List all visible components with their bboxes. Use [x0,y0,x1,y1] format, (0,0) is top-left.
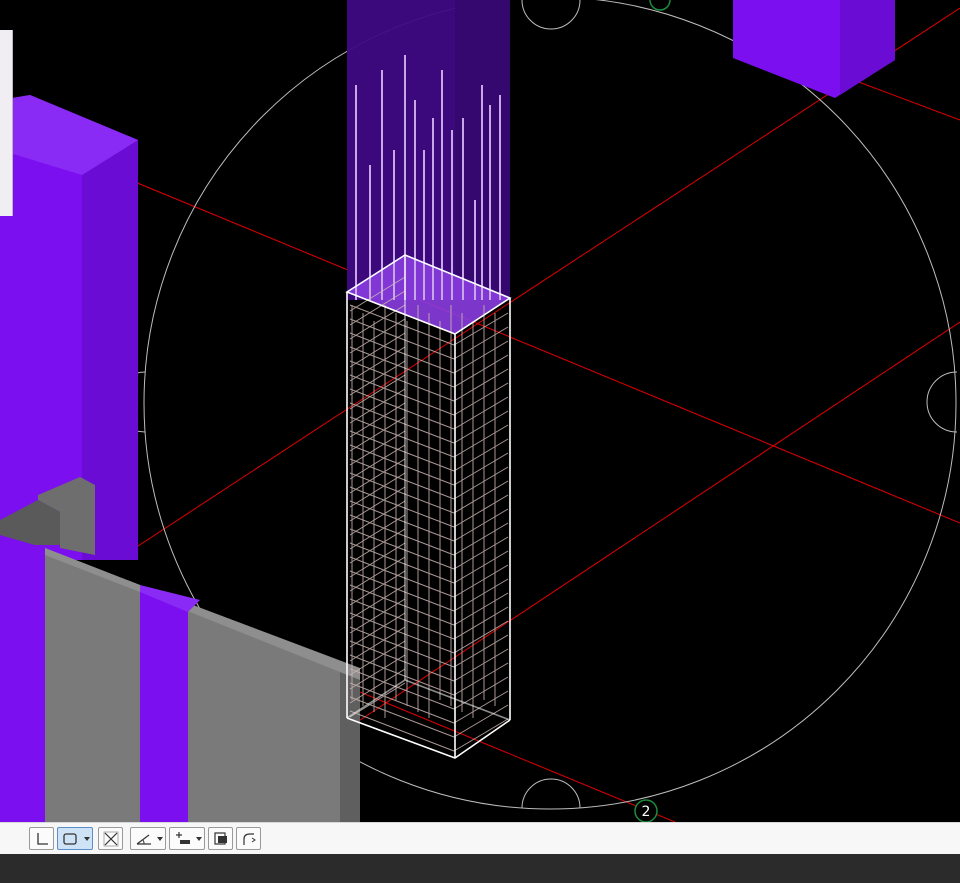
side-panel-edge[interactable] [0,30,13,216]
status-bar [0,854,960,883]
selected-column-upper[interactable] [347,0,510,334]
rectangle-icon [63,832,77,845]
grid-bubble-top[interactable] [649,0,671,11]
angle-icon [136,834,151,845]
chevron-down-icon [157,837,163,841]
object-snap-icon [213,831,227,845]
snap-curve-button[interactable] [236,827,261,850]
snap-angle-button[interactable] [130,827,166,850]
corner-angle-icon [36,832,48,845]
cross-x-icon [103,831,118,846]
concrete-slab[interactable] [0,477,360,822]
snap-toolbar [0,822,960,854]
model-scene[interactable]: 2 [0,0,960,822]
selected-column-wireframe[interactable] [345,254,512,759]
snap-end-point-button[interactable] [29,827,54,850]
wall-top-right[interactable] [733,0,895,98]
grid-bubble-2[interactable]: 2 [634,799,658,822]
svg-text:2: 2 [642,804,651,820]
chevron-down-icon [84,837,90,841]
snap-rectangle-button[interactable] [57,827,93,850]
3d-model-viewport[interactable]: 2 [0,0,960,822]
snap-intersection-button[interactable] [98,827,123,850]
extension-icon [176,831,190,844]
snap-extension-button[interactable] [169,827,205,850]
chevron-down-icon [196,837,202,841]
curve-icon [242,832,256,845]
snap-object-button[interactable] [208,827,233,850]
